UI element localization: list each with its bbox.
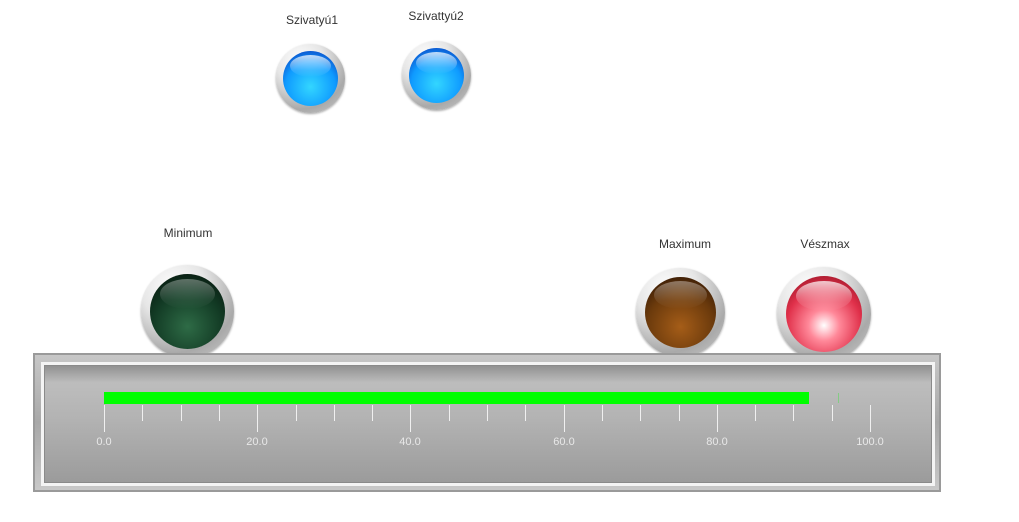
scale-tick	[487, 405, 488, 421]
scale-tick	[525, 405, 526, 421]
minimum-indicator-lamp	[141, 265, 234, 358]
level-bar-track	[104, 392, 810, 404]
scale-tick	[219, 405, 220, 421]
scale-tick	[564, 405, 565, 432]
scale-tick	[755, 405, 756, 421]
pump2-gloss	[416, 52, 457, 74]
scale-tick	[870, 405, 871, 432]
maximum-gloss	[654, 281, 707, 309]
scale-tick-label: 20.0	[246, 436, 268, 448]
scale-tick-label: 60.0	[553, 436, 575, 448]
scale-tick	[410, 405, 411, 432]
pump1-indicator-lamp	[276, 44, 345, 113]
scale-tick	[142, 405, 143, 421]
emergency-max-indicator-lamp	[777, 267, 871, 361]
scale-tick	[257, 405, 258, 432]
scale-tick-label: 40.0	[399, 436, 421, 448]
level-gauge-frame	[33, 353, 941, 492]
scale-tick	[296, 405, 297, 421]
scale-tick	[334, 405, 335, 421]
scale-tick	[104, 405, 105, 432]
scale-tick	[640, 405, 641, 421]
scale-tick	[372, 405, 373, 421]
pump2-indicator-lamp	[402, 41, 471, 110]
scale-tick	[717, 405, 718, 432]
scale-tick	[602, 405, 603, 421]
maximum-label: Maximum	[658, 237, 712, 251]
scale-tick	[832, 405, 833, 421]
scale-tick	[449, 405, 450, 421]
level-bar-fill	[104, 392, 809, 404]
minimum-label: Minimum	[163, 226, 213, 240]
emergency-max-label: Vészmax	[800, 237, 850, 251]
scale-tick-label: 0.0	[96, 436, 112, 448]
pump1-label: Szivatyú1	[285, 13, 339, 27]
maximum-indicator-lamp	[636, 268, 725, 357]
scale-tick	[181, 405, 182, 421]
pump2-label: Szivattyú2	[408, 9, 464, 23]
scale-tick	[793, 405, 794, 421]
level-gauge-panel	[41, 362, 935, 486]
emergency-max-gloss	[796, 281, 852, 311]
scale-tick-label: 100.0	[856, 436, 884, 448]
pump1-gloss	[290, 55, 331, 77]
scale-tick-label: 80.0	[706, 436, 728, 448]
minimum-gloss	[160, 279, 215, 309]
level-setpoint-marker	[838, 393, 839, 403]
scale-tick	[679, 405, 680, 421]
